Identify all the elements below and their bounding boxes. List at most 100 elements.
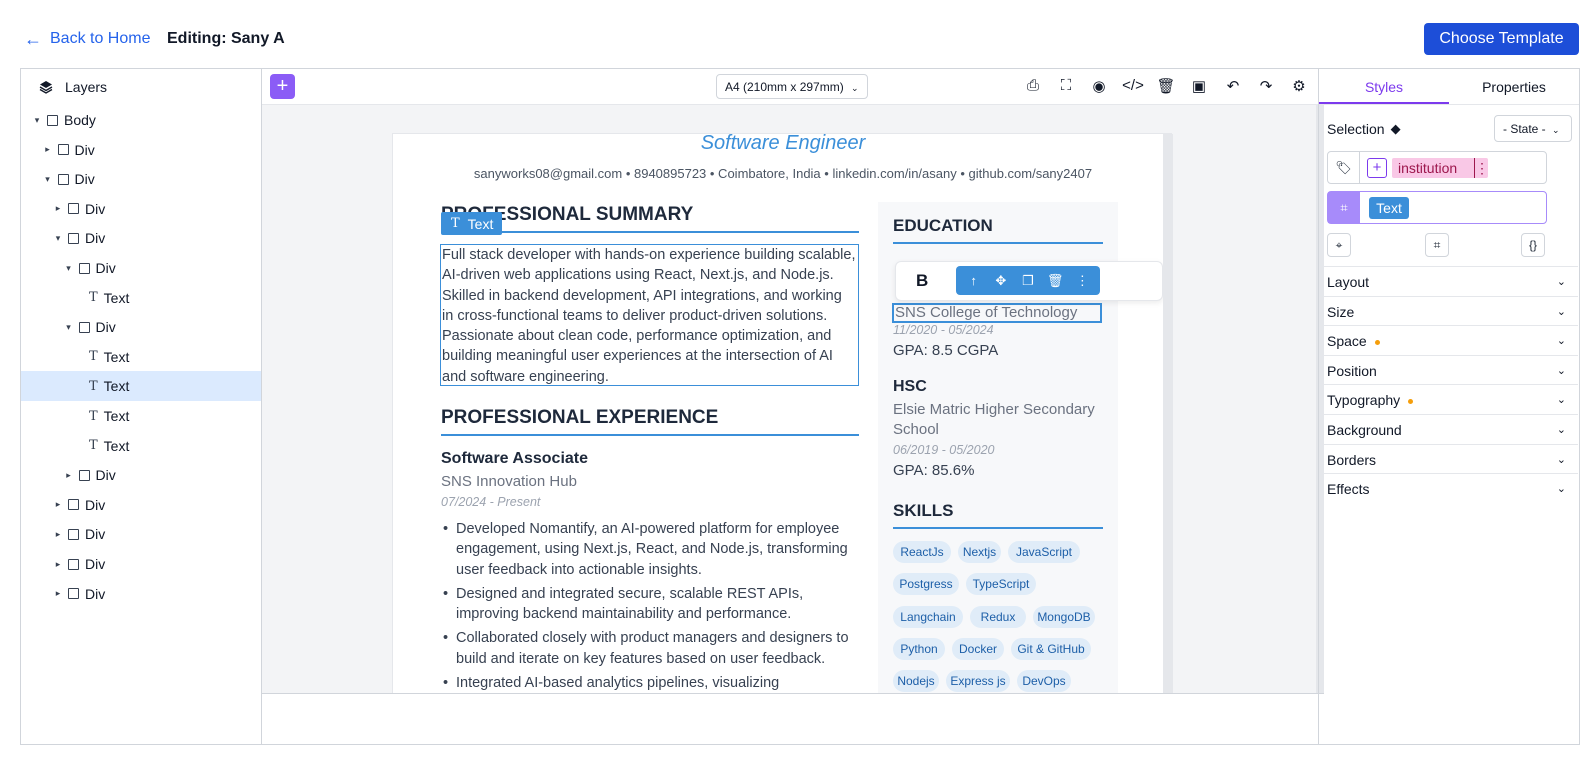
layer-row-div[interactable]: ▸ Div xyxy=(21,460,261,490)
redo-icon[interactable]: ↷ xyxy=(1255,77,1277,99)
component-chip[interactable]: Text xyxy=(1369,197,1409,219)
save-icon[interactable]: ▣ xyxy=(1188,77,1210,99)
more-icon[interactable]: ⋮ xyxy=(1474,158,1489,178)
list-item[interactable]: Collaborated closely with product manage… xyxy=(441,628,861,669)
state-select[interactable]: - State - ⌄ xyxy=(1494,115,1572,142)
resume-page[interactable]: Software Engineer sanyworks08@gmail.com … xyxy=(392,132,1173,693)
settings-icon[interactable]: ⚙ xyxy=(1288,77,1310,99)
caret-down-icon[interactable]: ▾ xyxy=(31,115,43,126)
experience-company[interactable]: SNS Innovation Hub xyxy=(441,473,577,490)
caret-right-icon[interactable]: ▸ xyxy=(42,144,54,155)
caret-down-icon[interactable]: ▾ xyxy=(63,263,75,274)
code-icon[interactable]: </> xyxy=(1122,77,1144,99)
trash-icon[interactable]: 🗑 xyxy=(1044,273,1066,289)
layer-row-div[interactable]: ▾ Div xyxy=(21,223,261,253)
education-degree[interactable]: HSC xyxy=(893,378,927,396)
preview-icon[interactable]: ◉ xyxy=(1088,77,1110,99)
delete-icon[interactable]: 🗑 xyxy=(1155,77,1177,99)
more-icon[interactable]: ⋮ xyxy=(1071,273,1093,289)
tab-styles[interactable]: Styles xyxy=(1319,69,1449,104)
add-element-button[interactable]: + xyxy=(270,74,295,99)
list-item[interactable]: Integrated AI-based analytics pipelines,… xyxy=(441,673,861,693)
skill-chip[interactable]: Python xyxy=(893,637,945,660)
move-icon[interactable]: ✥ xyxy=(990,273,1012,289)
bold-button[interactable]: B xyxy=(916,271,928,291)
education-heading[interactable]: EDUCATION xyxy=(893,216,993,236)
choose-template-button[interactable]: Choose Template xyxy=(1424,23,1579,55)
skill-chip[interactable]: TypeScript xyxy=(966,573,1036,596)
page-scrollbar[interactable] xyxy=(1163,134,1173,693)
copy-icon[interactable]: ❐ xyxy=(1017,273,1039,289)
list-item[interactable]: Designed and integrated secure, scalable… xyxy=(441,584,861,625)
section-background[interactable]: Background ⌄ xyxy=(1319,414,1578,444)
page-size-select[interactable]: A4 (210mm x 297mm) ⌄ xyxy=(716,74,868,99)
caret-right-icon[interactable]: ▸ xyxy=(63,470,75,481)
skill-chip[interactable]: DevOps xyxy=(1017,670,1071,693)
skills-heading[interactable]: SKILLS xyxy=(893,501,953,521)
section-size[interactable]: Size ⌄ xyxy=(1319,295,1578,326)
layer-row-div[interactable]: ▸ Div xyxy=(21,490,261,520)
layer-row-div[interactable]: ▸ Div xyxy=(21,549,261,579)
education-gpa[interactable]: GPA: 85.6% xyxy=(893,462,974,479)
skill-chip[interactable]: Langchain xyxy=(893,605,963,628)
experience-heading[interactable]: PROFESSIONAL EXPERIENCE xyxy=(441,407,718,429)
layer-row-div[interactable]: ▾ Div xyxy=(21,164,261,194)
canvas[interactable]: Software Engineer sanyworks08@gmail.com … xyxy=(262,105,1324,693)
education-dates[interactable]: 06/2019 - 05/2020 xyxy=(893,443,994,457)
resume-job-title[interactable]: Software Engineer xyxy=(393,132,1173,155)
section-position[interactable]: Position ⌄ xyxy=(1319,354,1578,385)
list-item[interactable]: Developed Nomantify, an AI-powered platf… xyxy=(441,519,861,580)
layer-row-div[interactable]: ▸ Div xyxy=(21,194,261,224)
caret-right-icon[interactable]: ▸ xyxy=(52,203,64,214)
layer-row-div[interactable]: ▸ Div xyxy=(21,579,261,609)
caret-down-icon[interactable]: ▾ xyxy=(52,233,64,244)
add-class-button[interactable]: + xyxy=(1367,158,1387,178)
layer-row-text[interactable]: T Text xyxy=(21,342,261,372)
education-gpa[interactable]: GPA: 8.5 CGPA xyxy=(893,342,998,359)
print-icon[interactable]: ⎙ xyxy=(1022,77,1044,99)
class-chip[interactable]: institution ⋮ xyxy=(1392,158,1489,178)
layer-row-div[interactable]: ▸ Div xyxy=(21,519,261,549)
layer-row-div[interactable]: ▸ Div xyxy=(21,135,261,165)
undo-icon[interactable]: ↶ xyxy=(1222,77,1244,99)
layer-row-text[interactable]: T Text xyxy=(21,431,261,461)
section-effects[interactable]: Effects ⌄ xyxy=(1319,473,1578,503)
layer-row-body[interactable]: ▾ Body xyxy=(21,105,261,135)
experience-role[interactable]: Software Associate xyxy=(441,450,588,468)
selection-sync-icon[interactable]: ◆ xyxy=(1391,121,1401,137)
skill-chip[interactable]: ReactJs xyxy=(893,541,951,563)
caret-right-icon[interactable]: ▸ xyxy=(52,499,64,510)
education-dates[interactable]: 11/2020 - 05/2024 xyxy=(893,323,994,337)
skill-chip[interactable]: JavaScript xyxy=(1008,541,1080,563)
layer-row-div[interactable]: ▾ Div xyxy=(21,253,261,283)
component-icon[interactable]: ⌗ xyxy=(1425,233,1449,257)
section-typography[interactable]: Typography ⌄ xyxy=(1319,384,1578,414)
layer-row-text[interactable]: T Text xyxy=(21,401,261,431)
section-space[interactable]: Space ⌄ xyxy=(1319,325,1578,355)
layer-row-div[interactable]: ▾ Div xyxy=(21,312,261,342)
summary-text[interactable]: Full stack developer with hands-on exper… xyxy=(440,244,859,386)
caret-down-icon[interactable]: ▾ xyxy=(63,322,75,333)
caret-right-icon[interactable]: ▸ xyxy=(52,529,64,540)
caret-down-icon[interactable]: ▾ xyxy=(42,174,54,185)
section-layout[interactable]: Layout ⌄ xyxy=(1319,266,1578,296)
layer-row-text[interactable]: T Text xyxy=(21,371,261,402)
skill-chip[interactable]: Nextjs xyxy=(958,541,1001,563)
skill-chip[interactable]: Docker xyxy=(952,637,1004,660)
arrow-up-icon[interactable]: ↑ xyxy=(963,273,985,288)
skill-chip[interactable]: Git & GitHub xyxy=(1011,637,1091,660)
section-borders[interactable]: Borders ⌄ xyxy=(1319,443,1578,474)
skill-chip[interactable]: Nodejs xyxy=(893,670,939,693)
target-icon[interactable]: ⌖ xyxy=(1327,233,1351,257)
caret-right-icon[interactable]: ▸ xyxy=(52,588,64,599)
fullscreen-icon[interactable]: ⛶ xyxy=(1055,77,1077,99)
experience-dates[interactable]: 07/2024 - Present xyxy=(441,495,540,509)
skill-chip[interactable]: Postgress xyxy=(893,573,959,596)
caret-right-icon[interactable]: ▸ xyxy=(52,559,64,570)
resume-contact[interactable]: sanyworks08@gmail.com • 8940895723 • Coi… xyxy=(393,166,1173,181)
tab-properties[interactable]: Properties xyxy=(1449,69,1579,104)
education-institution[interactable]: Elsie Matric Higher Secondary School xyxy=(893,400,1103,440)
skill-chip[interactable]: Redux xyxy=(970,605,1026,628)
back-to-home-link[interactable]: ← Back to Home xyxy=(24,30,150,48)
skill-chip[interactable]: MongoDB xyxy=(1033,605,1095,628)
